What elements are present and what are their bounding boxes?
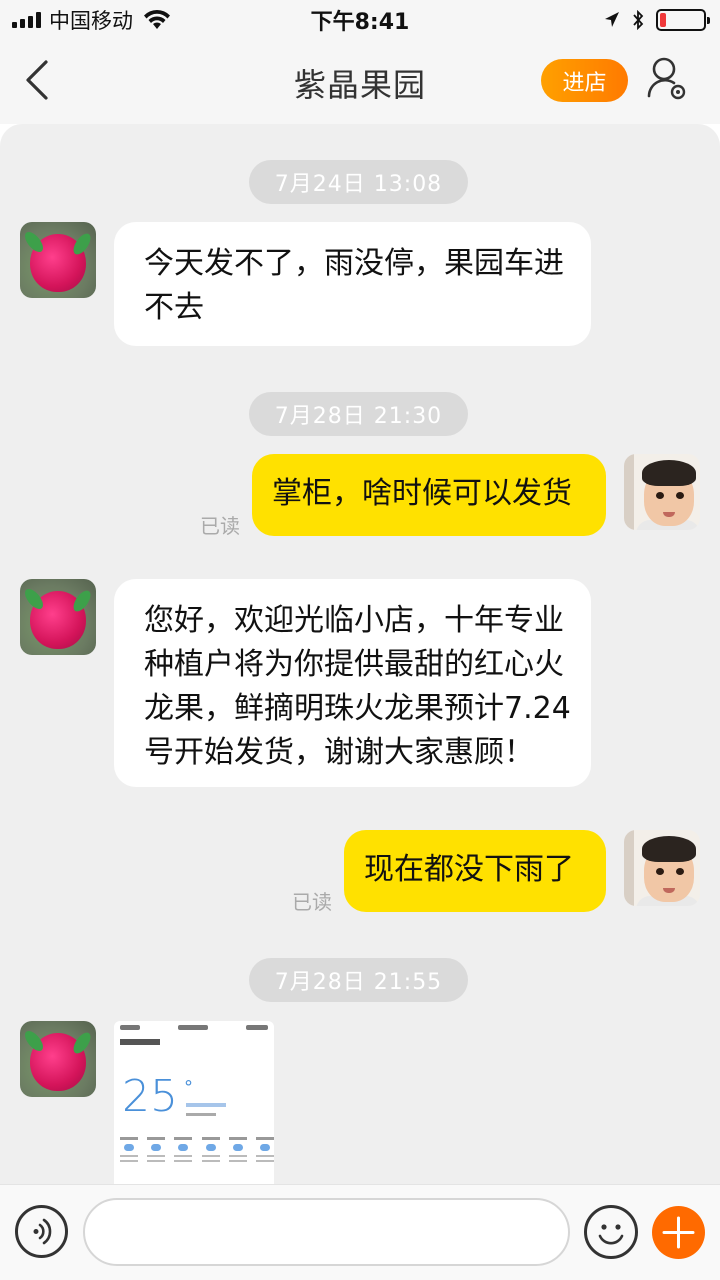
boy-avatar[interactable] [624,454,700,530]
nav-bar: 紫晶果园 进店 [0,40,720,124]
dragon-fruit-avatar[interactable] [20,222,96,298]
enter-shop-button[interactable]: 进店 [541,59,628,102]
dragon-fruit-avatar[interactable] [20,579,96,655]
plus-icon[interactable] [652,1206,705,1259]
boy-avatar[interactable] [624,830,700,906]
message-input[interactable] [83,1198,570,1266]
timestamp-pill: 7月28日 21:30 [249,392,468,436]
dragon-fruit-avatar[interactable] [20,1021,96,1097]
image-message-weather-screenshot[interactable]: 25 ° [114,1021,274,1184]
user-settings-icon[interactable] [646,56,688,102]
location-arrow-icon [605,12,619,27]
battery-level [660,13,667,27]
bluetooth-icon [633,10,644,30]
outgoing-message[interactable]: 掌柜，啥时候可以发货 [252,454,606,536]
outgoing-message[interactable]: 现在都没下雨了 [344,830,606,912]
input-bar [0,1184,720,1280]
battery-icon [656,9,710,31]
incoming-message[interactable]: 您好，欢迎光临小店，十年专业种植户将为你提供最甜的红心火龙果，鲜摘明珠火龙果预计… [114,579,591,787]
status-bar: 中国移动 下午8:41 [0,0,720,40]
weather-temperature: 25 [122,1071,178,1122]
read-receipt: 已读 [200,514,240,538]
timestamp-pill: 7月28日 21:55 [249,958,468,1002]
timestamp-pill: 7月24日 13:08 [249,160,468,204]
read-receipt: 已读 [292,890,332,914]
chat-area[interactable]: 7月24日 13:08 今天发不了，雨没停，果园车进不去 7月28日 21:30… [0,124,720,1184]
emoji-icon[interactable] [584,1205,638,1259]
voice-icon[interactable] [15,1205,68,1258]
incoming-message[interactable]: 今天发不了，雨没停，果园车进不去 [114,222,591,346]
